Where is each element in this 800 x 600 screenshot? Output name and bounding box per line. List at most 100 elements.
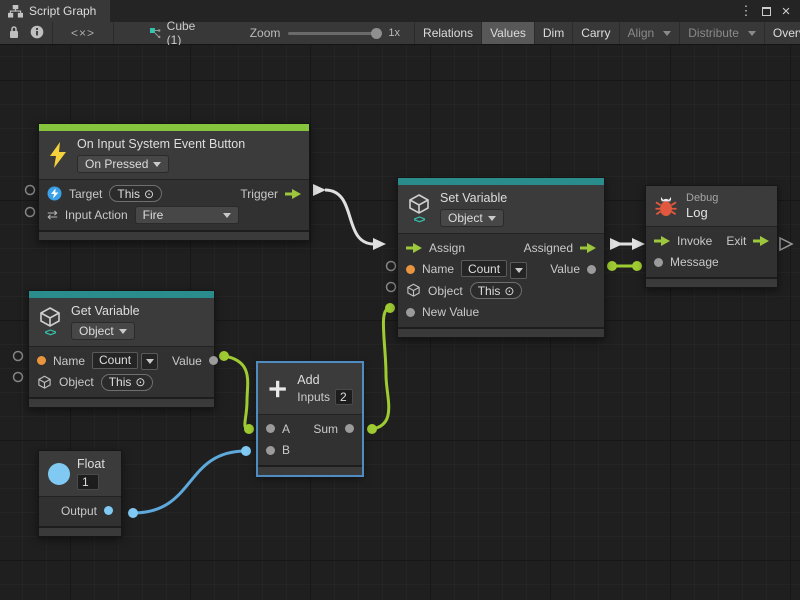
relations-button[interactable]: Relations <box>414 22 481 44</box>
window-controls: ⋮ × <box>738 0 800 22</box>
maximize-icon[interactable] <box>758 3 774 19</box>
invoke-label: Invoke <box>677 234 712 248</box>
inputs-count-field[interactable]: 2 <box>335 389 353 405</box>
object-value: This <box>478 284 501 298</box>
object-scope-icon: ⊙ <box>135 375 145 389</box>
invoke-row: Invoke Exit <box>646 230 777 252</box>
node-footer <box>646 277 777 287</box>
zoom-control: Zoom 1x <box>240 22 410 44</box>
wire-sum-newvalue[interactable] <box>367 303 395 434</box>
values-button[interactable]: Values <box>481 22 534 44</box>
wire-assigned-invoke[interactable] <box>610 238 645 250</box>
new-value-input-port[interactable] <box>406 308 415 317</box>
chevron-down-icon <box>119 329 127 334</box>
variable-cube-icon: <> <box>38 307 62 337</box>
tab-label: Script Graph <box>29 4 96 18</box>
node-category: Debug <box>686 192 718 204</box>
dim-button[interactable]: Dim <box>534 22 572 44</box>
input-action-row: ⇄ Input Action Fire <box>39 205 309 227</box>
wire-trigger-assign[interactable] <box>313 184 386 250</box>
graph-node-icon <box>150 26 161 40</box>
name-input-port[interactable] <box>406 265 415 274</box>
close-icon[interactable]: × <box>778 3 794 19</box>
breadcrumb-collapse-icon[interactable]: <×> <box>71 26 95 40</box>
event-mode-dropdown[interactable]: On Pressed <box>77 155 169 173</box>
target-label: Target <box>69 187 102 201</box>
zoom-slider-knob[interactable] <box>371 28 382 39</box>
lightning-bolt-icon <box>48 142 68 168</box>
node-title: Add <box>297 373 319 387</box>
wire-getvalue-a[interactable] <box>219 351 254 434</box>
input-action-dropdown[interactable]: Fire <box>135 206 239 224</box>
lock-info-group <box>0 22 53 44</box>
float-value-field[interactable]: 1 <box>77 474 99 490</box>
name-input-port[interactable] <box>37 356 46 365</box>
variable-scope-dropdown[interactable]: Object <box>71 322 135 340</box>
input-a-port[interactable] <box>266 424 275 433</box>
message-input-port[interactable] <box>654 258 663 267</box>
variable-scope-dropdown[interactable]: Object <box>440 209 504 227</box>
chevron-down-button[interactable] <box>510 262 527 279</box>
assigned-output-port[interactable] <box>580 243 596 253</box>
breadcrumb[interactable]: Cube (1) <box>140 22 210 44</box>
invoke-input-port[interactable] <box>654 236 670 246</box>
plus-icon <box>267 377 288 401</box>
input-b-port[interactable] <box>266 446 275 455</box>
output-port[interactable] <box>104 506 113 515</box>
target-value: This <box>117 187 140 201</box>
lock-icon[interactable] <box>8 25 20 42</box>
node-set-variable[interactable]: <> Set Variable Object Assign Assigned N… <box>397 177 605 338</box>
event-node-color-bar <box>39 124 309 131</box>
wire-float-b[interactable] <box>128 446 251 518</box>
trigger-output-port[interactable] <box>285 189 301 199</box>
node-get-variable[interactable]: <> Get Variable Object Name Count Value <box>28 290 215 408</box>
output-label: Output <box>61 504 97 518</box>
object-this-pill[interactable]: This⊙ <box>101 374 154 391</box>
chevron-down-icon <box>663 31 671 36</box>
variable-node-color-bar <box>398 178 604 185</box>
info-icon[interactable] <box>30 25 44 42</box>
graph-hierarchy-icon <box>8 5 23 18</box>
value-output-port[interactable] <box>587 265 596 274</box>
unconnected-exit-port[interactable] <box>780 238 792 250</box>
object-row: Object This⊙ <box>398 280 604 302</box>
a-sum-row: A Sum <box>258 418 362 440</box>
input-action-icon: ⇄ <box>47 207 58 223</box>
object-value: This <box>109 375 132 389</box>
align-label: Align <box>628 26 655 40</box>
target-this-pill[interactable]: This ⊙ <box>109 185 162 202</box>
node-title: Set Variable <box>440 191 507 205</box>
target-scope-icon: ⊙ <box>144 187 154 201</box>
distribute-dropdown[interactable]: Distribute <box>679 22 764 44</box>
event-mode-value: On Pressed <box>85 157 148 171</box>
assign-input-port[interactable] <box>406 243 422 253</box>
message-label: Message <box>670 255 719 269</box>
node-float-literal[interactable]: Float 1 Output <box>38 450 122 537</box>
svg-text:<>: <> <box>414 214 425 224</box>
object-this-pill[interactable]: This⊙ <box>470 282 523 299</box>
node-on-input-system-event[interactable]: On Input System Event Button On Pressed … <box>38 123 310 241</box>
chevron-down-button[interactable] <box>141 353 158 370</box>
tab-script-graph[interactable]: Script Graph <box>0 0 110 22</box>
exit-output-port[interactable] <box>753 236 769 246</box>
overview-button[interactable]: Overview <box>764 22 800 44</box>
chevron-down-icon <box>748 31 756 36</box>
sum-output-port[interactable] <box>345 424 354 433</box>
wire-value-message[interactable] <box>607 261 642 271</box>
new-value-row: New Value <box>398 302 604 324</box>
new-value-label: New Value <box>422 305 479 319</box>
node-title: Float <box>77 457 105 471</box>
bug-icon <box>655 194 677 218</box>
more-menu-icon[interactable]: ⋮ <box>738 3 754 19</box>
toolbar-buttons: Relations Values Dim Carry Align Distrib… <box>414 22 800 44</box>
zoom-slider[interactable] <box>288 32 380 35</box>
variable-name-dropdown[interactable]: Count <box>461 260 527 279</box>
graph-canvas[interactable]: On Input System Event Button On Pressed … <box>0 45 800 600</box>
align-dropdown[interactable]: Align <box>619 22 680 44</box>
node-add[interactable]: Add Inputs 2 A Sum B <box>257 362 363 476</box>
target-row: Target This⊙ Trigger <box>39 183 309 205</box>
carry-button[interactable]: Carry <box>572 22 618 44</box>
variable-name-dropdown[interactable]: Count <box>92 352 158 371</box>
value-output-port[interactable] <box>209 356 218 365</box>
node-debug-log[interactable]: Debug Log Invoke Exit Message <box>645 185 778 288</box>
